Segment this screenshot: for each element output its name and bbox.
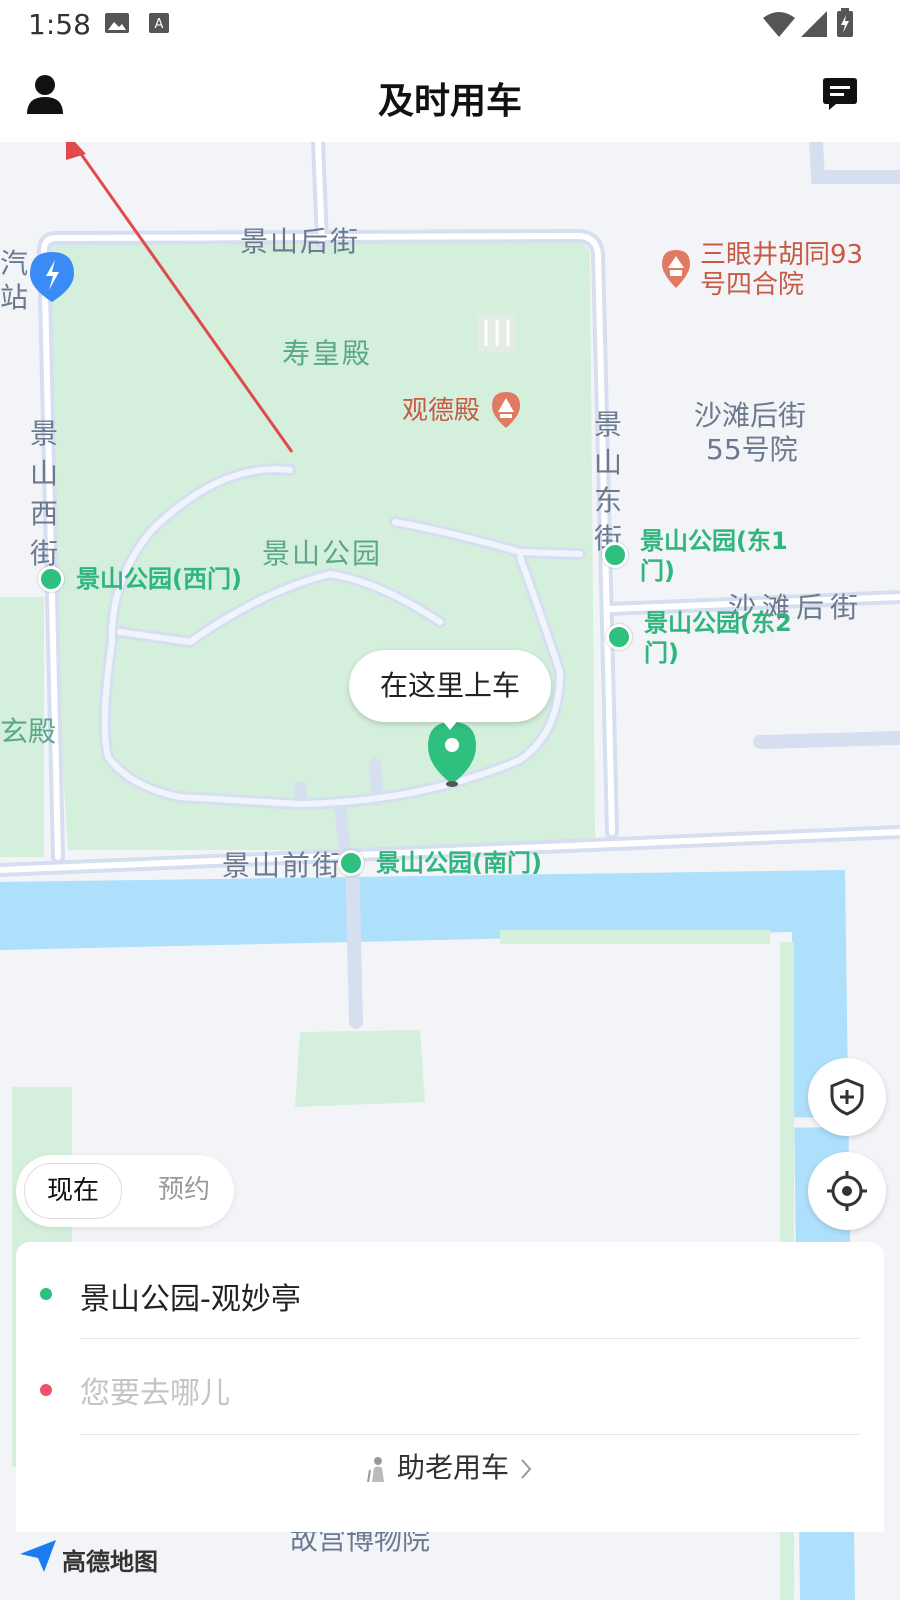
time-toggle: 现在 预约 xyxy=(16,1155,234,1227)
gate-west-label[interactable]: 景山公园(西门) xyxy=(76,564,242,594)
wifi-icon xyxy=(763,12,795,37)
gate-south-label[interactable]: 景山公园(南门) xyxy=(376,848,542,878)
gate-east1-label-line1[interactable]: 景山公园(东1 xyxy=(640,526,788,556)
gate-east2-label-line2[interactable]: 门) xyxy=(644,638,679,668)
crosshair-icon xyxy=(827,1171,867,1211)
divider xyxy=(80,1434,860,1435)
place-label-shouhuangdian: 寿皇殿 xyxy=(282,337,373,370)
divider xyxy=(80,1338,860,1339)
place-label-guandedian: 观德殿 xyxy=(402,396,481,426)
poi-sanyanjing-line1: 三眼井胡同93 xyxy=(700,240,864,270)
trip-card: 景山公园-观妙亭 您要去哪儿 助老用车 xyxy=(16,1242,884,1532)
elderly-mode-link[interactable]: 助老用车 xyxy=(16,1446,884,1486)
chevron-right-icon xyxy=(521,1459,532,1479)
battery-icon xyxy=(837,8,853,37)
road-label-jingshan-xi: 景山西街 xyxy=(30,417,59,570)
road-label-zhan: 站 xyxy=(0,281,29,314)
locate-button[interactable] xyxy=(808,1152,886,1230)
tab-reserve[interactable]: 预约 xyxy=(144,1163,224,1217)
safety-button[interactable] xyxy=(808,1058,886,1136)
page-title: 及时用车 xyxy=(377,81,522,122)
elderly-person-icon xyxy=(367,1457,385,1483)
origin-field[interactable]: 景山公园-观妙亭 xyxy=(80,1274,301,1318)
pickup-bubble: 在这里上车 xyxy=(349,650,551,722)
destination-input[interactable]: 您要去哪儿 xyxy=(80,1368,230,1412)
place-label-shatan-55-line2: 55号院 xyxy=(706,433,798,466)
amap-logo-text: 高德地图 xyxy=(62,1548,158,1576)
place-label-xuandian: 玄殿 xyxy=(0,715,57,748)
amap-logo-icon xyxy=(20,1540,56,1572)
poi-sanyanjing-line2: 号四合院 xyxy=(700,270,805,300)
image-notification-icon xyxy=(105,13,129,33)
app-header: 及时用车 xyxy=(0,50,900,142)
gate-east2-dot[interactable] xyxy=(606,624,632,650)
tab-now[interactable]: 现在 xyxy=(24,1163,122,1219)
gate-south-dot[interactable] xyxy=(338,850,364,876)
status-bar: 1:58 A xyxy=(0,0,900,50)
gate-east1-dot[interactable] xyxy=(602,542,628,568)
shield-plus-icon xyxy=(830,1078,864,1116)
message-icon[interactable] xyxy=(822,76,858,112)
signal-icon xyxy=(801,11,827,37)
road-label-jingshan-hou: 景山后街 xyxy=(240,225,361,258)
gate-east1-label-line2[interactable]: 门) xyxy=(640,556,675,586)
svg-text:A: A xyxy=(155,17,164,32)
destination-dot xyxy=(40,1384,52,1396)
gate-east2-label-line1[interactable]: 景山公园(东2 xyxy=(644,608,792,638)
gate-west-dot[interactable] xyxy=(38,566,64,592)
pickup-bubble-tail xyxy=(440,718,460,730)
text-notification-icon: A xyxy=(149,13,169,33)
place-label-jingshan-park: 景山公园 xyxy=(262,537,383,570)
origin-dot xyxy=(40,1288,52,1300)
elderly-mode-label: 助老用车 xyxy=(396,1451,509,1484)
road-label-jingshan-dong: 景山东街 xyxy=(594,408,623,555)
status-time: 1:58 xyxy=(28,8,91,41)
road-label-jingshan-qian: 景山前街 xyxy=(222,849,343,882)
